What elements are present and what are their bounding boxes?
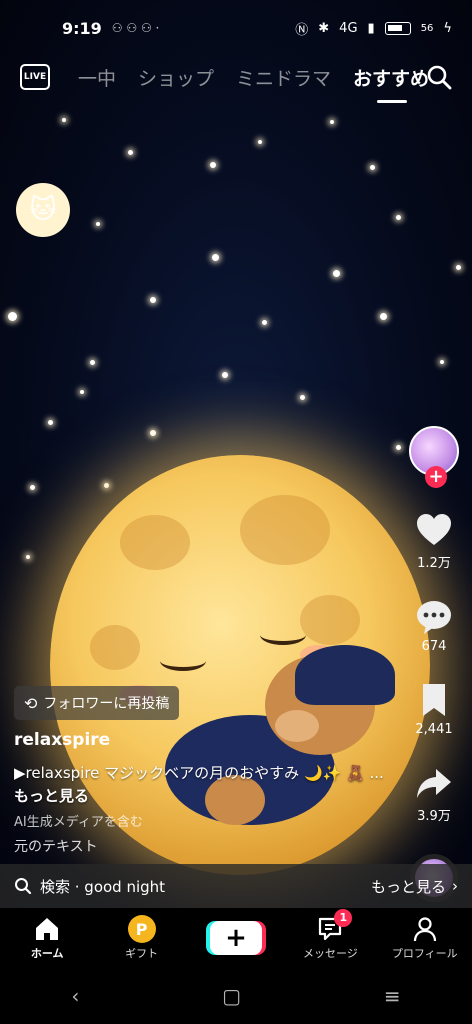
messages-badge: 1 [334, 909, 353, 927]
battery-icon [384, 21, 411, 35]
comment-count: 674 [421, 639, 447, 654]
bear-illustration [165, 645, 395, 845]
search-more-link[interactable]: もっと見る › [371, 876, 458, 897]
recents-menu-icon[interactable]: ≡ [384, 984, 401, 1008]
tab-profile[interactable]: プロフィール [385, 915, 465, 961]
tab-home[interactable]: ホーム [7, 915, 87, 961]
system-nav-bar: ‹ ▢ ≡ [0, 968, 472, 1024]
status-bar: 9:19 ⚇ ⚇ ⚇ · Ⓝ ✱ 4G ▮ 56 ϟ [0, 0, 472, 56]
home-icon [36, 918, 59, 940]
bookmark-button[interactable]: 2,441 [414, 680, 454, 737]
status-time: 9:19 [62, 18, 102, 38]
live-label: LIVE [23, 72, 47, 82]
caption-text: ▶relaxspire マジックベアの月のおやすみ 🌙✨ 🧸 ... [14, 764, 384, 782]
tab-messages[interactable]: 1 メッセージ [290, 909, 370, 961]
tab-create[interactable]: + [196, 921, 276, 955]
share-count: 3.9万 [417, 809, 451, 824]
bookmark-icon [423, 684, 445, 716]
bottom-tab-bar: ホーム P ギフト + 1 メッセージ プロフィール [0, 908, 472, 968]
search-icon [15, 878, 32, 895]
tab-home-label: ホーム [30, 947, 64, 960]
video-caption[interactable]: ▶relaxspire マジックベアの月のおやすみ 🌙✨ 🧸 ... もっと見る [14, 762, 384, 808]
bluetooth-icon: ✱ [318, 20, 330, 36]
top-nav: LIVE 一中 ショップ ミニドラマ おすすめ [0, 58, 472, 103]
creator-username[interactable]: relaxspire [14, 730, 110, 750]
nfc-icon: Ⓝ [295, 22, 309, 38]
back-icon[interactable]: ‹ [71, 984, 79, 1008]
repost-label: フォロワーに再投稿 [43, 696, 170, 712]
repost-icon: ⟲ [24, 693, 38, 713]
tab-gift-label: ギフト [125, 947, 159, 960]
search-query: 検索 · good night [40, 877, 166, 896]
bookmark-count: 2,441 [415, 722, 453, 737]
signal-icon: ▮ [367, 20, 375, 36]
search-more-label: もっと見る [370, 877, 446, 896]
lucky-cat-icon[interactable]: 🐱 [16, 183, 70, 237]
tab-mini-drama[interactable]: ミニドラマ [236, 64, 331, 91]
network-label: 4G [339, 20, 358, 36]
heart-icon [417, 514, 451, 545]
feed-tabs: 一中 ショップ ミニドラマ おすすめ [78, 64, 429, 103]
like-count: 1.2万 [417, 556, 451, 571]
tab-messages-label: メッセージ [302, 947, 358, 960]
search-icon[interactable] [426, 64, 452, 90]
notification-icons: ⚇ ⚇ ⚇ · [111, 21, 160, 35]
ai-generated-label: AI生成メディアを含む [14, 815, 143, 830]
share-button[interactable]: 3.9万 [414, 763, 454, 824]
tab-shop[interactable]: ショップ [138, 64, 214, 91]
search-suggestion-bar[interactable]: 検索 · good night もっと見る › [0, 864, 472, 908]
gift-coin-icon: P [127, 915, 156, 943]
comment-icon [417, 601, 451, 634]
battery-level: 56 [420, 22, 434, 34]
live-icon[interactable]: LIVE [20, 64, 50, 90]
follow-plus-icon[interactable]: + [425, 466, 447, 488]
like-button[interactable]: 1.2万 [414, 510, 454, 571]
comment-button[interactable]: 674 [414, 597, 454, 654]
see-more-link[interactable]: もっと見る [14, 787, 89, 805]
tab-gift[interactable]: P ギフト [102, 915, 182, 961]
home-square-icon[interactable]: ▢ [222, 984, 241, 1008]
chevron-right-icon: › [452, 877, 458, 895]
tab-profile-label: プロフィール [391, 947, 458, 960]
tab-for-you[interactable]: おすすめ [353, 64, 429, 103]
action-rail: + 1.2万 674 2,441 3.9万 [408, 426, 460, 902]
profile-icon [413, 917, 436, 942]
share-arrow-icon [417, 769, 451, 798]
repost-button[interactable]: ⟲ フォロワーに再投稿 [14, 686, 180, 720]
original-text-link[interactable]: 元のテキスト [14, 836, 98, 856]
create-plus-icon: + [209, 921, 262, 955]
charging-icon: ϟ [443, 20, 452, 36]
tab-following[interactable]: 一中 [78, 64, 116, 91]
creator-avatar[interactable]: + [409, 426, 459, 488]
